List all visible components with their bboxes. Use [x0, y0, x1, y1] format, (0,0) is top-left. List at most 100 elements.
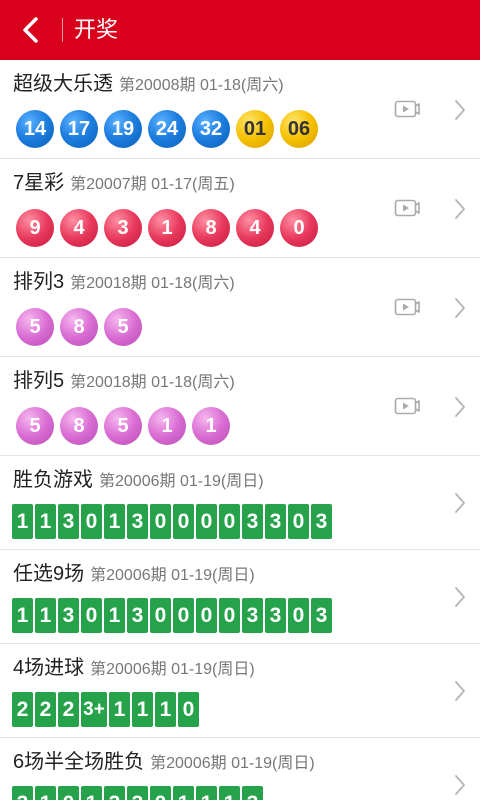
lottery-name: 任选9场 第20006期 01-19(周日) [13, 560, 255, 590]
video-icon[interactable] [394, 99, 420, 119]
result-box: 3+ [81, 692, 107, 727]
result-box: 0 [173, 598, 194, 633]
issue-info: 第20008期 01-18(周六) [119, 77, 284, 94]
result-box: 3 [265, 598, 286, 633]
result-box: 3 [242, 598, 263, 633]
result-box: 2 [58, 692, 79, 727]
lottery-name: 胜负游戏 第20006期 01-19(周日) [13, 466, 264, 496]
result-box: 3 [12, 786, 33, 800]
video-icon[interactable] [394, 297, 420, 317]
result-box: 3 [242, 504, 263, 539]
number-ball: 0 [280, 209, 318, 247]
page-title: 开奖 [74, 17, 119, 42]
match-results: 11301300003303 [12, 598, 334, 633]
result-box: 3 [311, 504, 332, 539]
lottery-name-label: 任选9场 [13, 563, 85, 585]
result-box: 1 [35, 598, 56, 633]
number-ball: 4 [60, 209, 98, 247]
result-box: 1 [12, 504, 33, 539]
result-box: 0 [150, 598, 171, 633]
result-box: 3 [104, 786, 125, 800]
result-box: 2 [12, 692, 33, 727]
lottery-name-label: 7星彩 [13, 172, 65, 194]
lottery-row[interactable]: 排列3 第20018期 01-18(周六) 5 8 5 [0, 258, 480, 357]
number-ball: 1 [192, 407, 230, 445]
winning-numbers: 14 17 19 24 32 01 06 [16, 110, 324, 148]
lottery-row[interactable]: 4场进球 第20006期 01-19(周日) 2 2 2 3+ 1 1 1 0 [0, 644, 480, 738]
chevron-right-icon [455, 199, 465, 219]
issue-info: 第20018期 01-18(周六) [70, 275, 235, 292]
result-box: 0 [81, 504, 102, 539]
chevron-right-icon [455, 397, 465, 417]
issue-info: 第20006期 01-19(周日) [99, 473, 264, 490]
lottery-name-label: 6场半全场胜负 [13, 751, 145, 773]
match-results: 11301300003303 [12, 504, 334, 539]
number-ball: 14 [16, 110, 54, 148]
chevron-right-icon [455, 587, 465, 607]
result-box: 1 [109, 692, 130, 727]
number-ball: 5 [104, 308, 142, 346]
number-ball: 8 [192, 209, 230, 247]
result-box: 0 [196, 504, 217, 539]
number-ball: 1 [148, 407, 186, 445]
number-ball: 24 [148, 110, 186, 148]
result-box: 1 [173, 786, 194, 800]
lottery-name-label: 排列5 [13, 370, 65, 392]
number-ball: 4 [236, 209, 274, 247]
lottery-row[interactable]: 胜负游戏 第20006期 01-19(周日) 1 1 3 0 1 3 0 0 0 0 3 3 0 3 [0, 456, 480, 550]
issue-info: 第20006期 01-19(周日) [90, 661, 255, 678]
result-box: 1 [104, 598, 125, 633]
chevron-right-icon [455, 298, 465, 318]
number-ball: 9 [16, 209, 54, 247]
chevron-right-icon [455, 493, 465, 513]
result-box: 0 [219, 504, 240, 539]
result-box: 0 [150, 786, 171, 800]
result-box: 1 [132, 692, 153, 727]
lottery-name: 超级大乐透 第20008期 01-18(周六) [13, 70, 284, 100]
chevron-left-icon [23, 17, 38, 43]
app-header: 开奖 [0, 0, 480, 60]
result-box: 3 [127, 504, 148, 539]
lottery-name-label: 超级大乐透 [13, 73, 113, 95]
chevron-right-icon [455, 100, 465, 120]
lottery-row[interactable]: 任选9场 第20006期 01-19(周日) 1 1 3 0 1 3 0 0 0 0 3 3 0 3 [0, 550, 480, 644]
issue-info: 第20006期 01-19(周日) [150, 755, 315, 772]
video-icon[interactable] [394, 198, 420, 218]
result-box: 3 [58, 504, 79, 539]
result-box: 0 [219, 598, 240, 633]
result-box: 0 [173, 504, 194, 539]
result-box: 3 [265, 504, 286, 539]
back-button[interactable] [16, 14, 46, 46]
lottery-row[interactable]: 6场半全场胜负第20006期 01-19(周日)31013301113 [0, 738, 480, 800]
result-box: 0 [288, 504, 309, 539]
number-ball: 1 [148, 209, 186, 247]
result-box: 1 [35, 504, 56, 539]
chevron-right-icon [455, 775, 465, 795]
number-ball: 06 [280, 110, 318, 148]
result-box: 1 [155, 692, 176, 727]
number-ball: 19 [104, 110, 142, 148]
lottery-name: 排列5 第20018期 01-18(周六) [13, 367, 235, 397]
video-icon[interactable] [394, 396, 420, 416]
result-box: 1 [81, 786, 102, 800]
lottery-name: 4场进球 第20006期 01-19(周日) [13, 654, 255, 684]
lottery-row[interactable]: 排列5 第20018期 01-18(周六) 5 8 5 1 1 [0, 357, 480, 456]
issue-info: 第20018期 01-18(周六) [70, 374, 235, 391]
result-box: 3 [127, 786, 148, 800]
result-box: 0 [178, 692, 199, 727]
result-box: 3 [242, 786, 263, 800]
issue-info: 第20006期 01-19(周日) [90, 567, 255, 584]
result-box: 1 [196, 786, 217, 800]
number-ball: 8 [60, 407, 98, 445]
lottery-row[interactable]: 7星彩 第20007期 01-17(周五) 9 4 3 1 8 4 0 [0, 159, 480, 258]
header-divider [62, 18, 63, 42]
result-box: 3 [311, 598, 332, 633]
number-ball: 17 [60, 110, 98, 148]
chevron-right-icon [455, 681, 465, 701]
lottery-name: 排列3 第20018期 01-18(周六) [13, 268, 235, 298]
number-ball: 01 [236, 110, 274, 148]
lottery-name-label: 4场进球 [13, 657, 85, 679]
lottery-row[interactable]: 超级大乐透 第20008期 01-18(周六) 14 17 19 24 32 01 06 [0, 60, 480, 159]
result-box: 0 [81, 598, 102, 633]
winning-numbers: 585 [16, 308, 148, 346]
